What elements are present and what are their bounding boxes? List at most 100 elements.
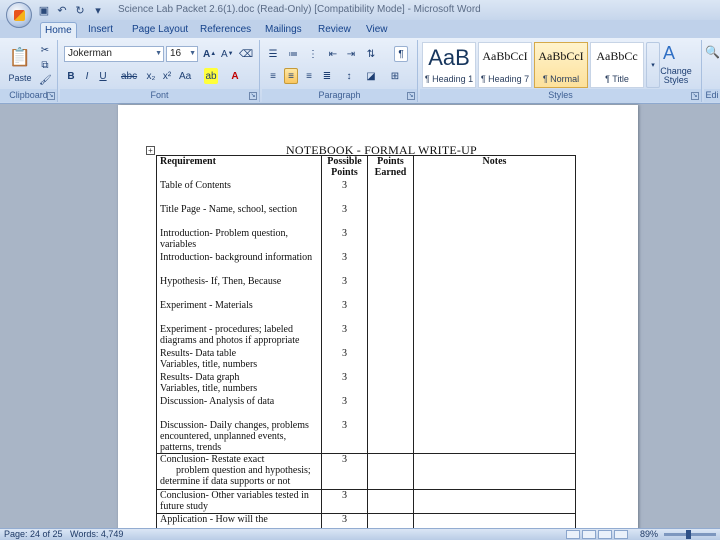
notes-cell[interactable] bbox=[413, 251, 576, 276]
paragraph-launcher-icon[interactable]: ↘ bbox=[407, 92, 415, 100]
tab-mailings[interactable]: Mailings bbox=[261, 22, 306, 38]
style-normal[interactable]: AaBbCcI ¶ Normal bbox=[534, 42, 588, 88]
earned-cell[interactable] bbox=[367, 251, 414, 276]
earned-cell[interactable] bbox=[367, 227, 414, 252]
line-spacing-icon[interactable]: ↕ bbox=[342, 68, 356, 84]
word-count-status[interactable]: Words: 4,749 bbox=[70, 529, 123, 540]
paste-button[interactable]: Paste bbox=[4, 70, 36, 86]
tab-insert[interactable]: Insert bbox=[84, 22, 117, 38]
highlight-icon[interactable]: ab bbox=[204, 68, 218, 84]
notes-cell[interactable] bbox=[413, 275, 576, 300]
increase-indent-icon[interactable]: ⇥ bbox=[344, 46, 358, 62]
zoom-slider-thumb[interactable] bbox=[686, 530, 691, 539]
notes-cell[interactable] bbox=[413, 453, 576, 490]
bullets-icon[interactable]: ☰ bbox=[266, 46, 280, 62]
notes-cell[interactable] bbox=[413, 227, 576, 252]
subscript-icon[interactable]: x₂ bbox=[144, 68, 158, 84]
earned-cell[interactable] bbox=[367, 347, 414, 372]
earned-cell[interactable] bbox=[367, 179, 414, 204]
requirement-cell: Results- Data graph Variables, title, num… bbox=[156, 371, 322, 396]
requirement-cell: Conclusion- Other variables tested in fu… bbox=[156, 489, 322, 514]
tab-page-layout[interactable]: Page Layout bbox=[128, 22, 192, 38]
change-case-icon[interactable]: Aa bbox=[178, 68, 192, 84]
requirement-line: Results- Data graph bbox=[160, 371, 240, 383]
find-icon[interactable]: 🔍 bbox=[704, 44, 720, 60]
style-heading-7[interactable]: AaBbCcI ¶ Heading 7 bbox=[478, 42, 532, 88]
notes-cell[interactable] bbox=[413, 489, 576, 514]
notes-cell[interactable] bbox=[413, 323, 576, 348]
underline-icon[interactable]: U bbox=[96, 68, 110, 84]
style-title[interactable]: AaBbCc ¶ Title bbox=[590, 42, 644, 88]
style-heading-1[interactable]: AaB ¶ Heading 1 bbox=[422, 42, 476, 88]
earned-cell[interactable] bbox=[367, 489, 414, 514]
save-icon[interactable]: ▣ bbox=[36, 3, 52, 17]
earned-cell[interactable] bbox=[367, 453, 414, 490]
customize-icon[interactable]: ▾ bbox=[90, 3, 106, 17]
table-move-handle-icon[interactable]: + bbox=[146, 146, 155, 155]
format-painter-icon[interactable]: 🖌 bbox=[38, 72, 53, 88]
font-launcher-icon[interactable]: ↘ bbox=[249, 92, 257, 100]
points-cell: 3 bbox=[321, 323, 368, 348]
borders-icon[interactable]: ⊞ bbox=[388, 68, 402, 84]
undo-icon[interactable]: ↶ bbox=[54, 3, 70, 17]
earned-cell[interactable] bbox=[367, 203, 414, 228]
cut-icon[interactable]: ✂ bbox=[38, 42, 52, 58]
font-name-combo[interactable]: Jokerman ▼ bbox=[64, 46, 164, 62]
notes-cell[interactable] bbox=[413, 347, 576, 372]
notes-cell[interactable] bbox=[413, 203, 576, 228]
align-left-icon[interactable]: ≡ bbox=[266, 68, 280, 84]
earned-cell[interactable] bbox=[367, 371, 414, 396]
strikethrough-icon[interactable]: abc bbox=[120, 68, 138, 84]
office-button[interactable] bbox=[6, 2, 32, 28]
justify-icon[interactable]: ≣ bbox=[320, 68, 334, 84]
superscript-icon[interactable]: x² bbox=[160, 68, 174, 84]
tab-view[interactable]: View bbox=[362, 22, 392, 38]
print-layout-view-icon[interactable] bbox=[566, 530, 580, 539]
earned-cell[interactable] bbox=[367, 395, 414, 420]
bold-icon[interactable]: B bbox=[64, 68, 78, 84]
font-size-combo[interactable]: 16 ▼ bbox=[166, 46, 198, 62]
document-area: + NOTEBOOK - FORMAL WRITE-UP Requirement… bbox=[0, 105, 720, 535]
earned-cell[interactable] bbox=[367, 275, 414, 300]
decrease-indent-icon[interactable]: ⇤ bbox=[326, 46, 340, 62]
earned-cell[interactable] bbox=[367, 323, 414, 348]
clear-formatting-icon[interactable]: ⌫ bbox=[238, 46, 254, 62]
chevron-down-icon: ▼ bbox=[155, 50, 162, 57]
shrink-font-icon[interactable]: A ▼ bbox=[220, 46, 235, 62]
align-center-icon[interactable]: ≡ bbox=[284, 68, 298, 84]
sort-icon[interactable]: ⇅ bbox=[364, 46, 378, 62]
outline-view-icon[interactable] bbox=[614, 530, 628, 539]
styles-launcher-icon[interactable]: ↘ bbox=[691, 92, 699, 100]
zoom-level[interactable]: 89% bbox=[640, 529, 658, 540]
shading-icon[interactable]: ◪ bbox=[364, 68, 378, 84]
notes-cell[interactable] bbox=[413, 395, 576, 420]
multilevel-list-icon[interactable]: ⋮ bbox=[306, 46, 320, 62]
clipboard-launcher-icon[interactable]: ↘ bbox=[47, 92, 55, 100]
tab-home[interactable]: Home bbox=[40, 22, 77, 38]
font-color-icon[interactable]: A bbox=[228, 68, 242, 84]
grow-font-icon[interactable]: A ▲ bbox=[202, 46, 217, 62]
change-styles-icon[interactable]: A bbox=[658, 42, 680, 64]
numbering-icon[interactable]: ≔ bbox=[286, 46, 300, 62]
italic-icon[interactable]: I bbox=[80, 68, 94, 84]
redo-icon[interactable]: ↻ bbox=[72, 3, 88, 17]
notes-cell[interactable] bbox=[413, 299, 576, 324]
web-layout-view-icon[interactable] bbox=[598, 530, 612, 539]
paste-icon[interactable]: 📋 bbox=[6, 44, 34, 70]
requirement-line: determine if data supports or not bbox=[160, 476, 291, 487]
show-formatting-icon[interactable]: ¶ bbox=[394, 46, 408, 62]
earned-cell[interactable] bbox=[367, 419, 414, 454]
copy-icon[interactable]: ⧉ bbox=[38, 57, 52, 73]
page-count-status[interactable]: Page: 24 of 25 bbox=[4, 529, 63, 540]
align-right-icon[interactable]: ≡ bbox=[302, 68, 316, 84]
tab-review[interactable]: Review bbox=[314, 22, 355, 38]
tab-references[interactable]: References bbox=[196, 22, 255, 38]
notes-cell[interactable] bbox=[413, 179, 576, 204]
notes-cell[interactable] bbox=[413, 419, 576, 454]
full-screen-view-icon[interactable] bbox=[582, 530, 596, 539]
notes-cell[interactable] bbox=[413, 371, 576, 396]
change-styles-button[interactable]: Change Styles bbox=[654, 66, 698, 86]
earned-cell[interactable] bbox=[367, 299, 414, 324]
document-page[interactable]: + NOTEBOOK - FORMAL WRITE-UP Requirement… bbox=[118, 105, 638, 535]
table-row: Hypothesis- If, Then, Because 3 bbox=[156, 275, 576, 300]
